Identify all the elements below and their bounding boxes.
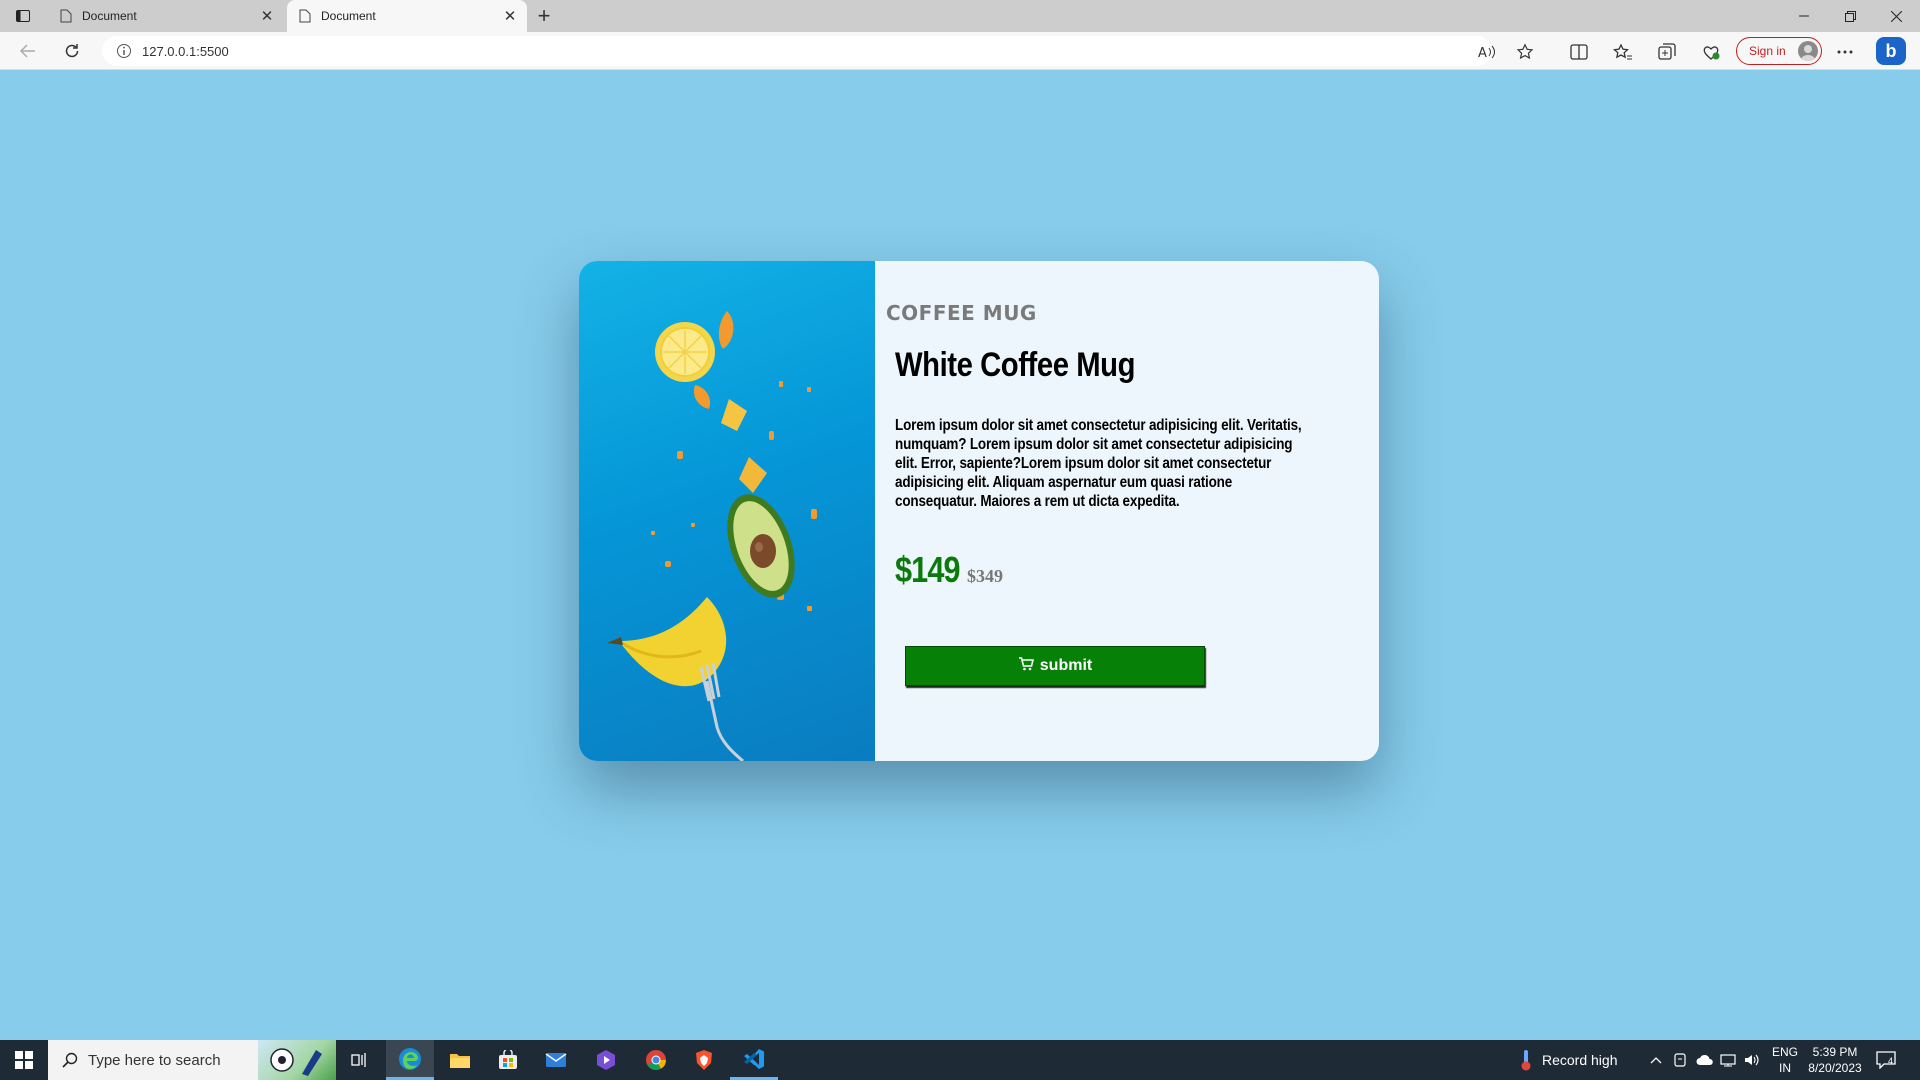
new-tab-icon[interactable]: + [533,5,555,27]
windows-start-icon[interactable] [0,1040,48,1080]
product-card: COFFEE MUG White Coffee Mug Lorem ipsum … [579,261,1379,761]
product-old-price: $349 [967,566,1003,586]
clipchamp-icon[interactable] [582,1040,630,1080]
language-indicator[interactable]: ENG IN [1770,1044,1800,1076]
edge-browser-icon[interactable] [386,1040,434,1080]
task-view-icon[interactable] [336,1040,384,1080]
close-tab-icon[interactable]: ✕ [258,7,276,25]
read-aloud-icon[interactable]: A [1476,41,1498,63]
copilot-label: b [1885,40,1897,61]
language-region: IN [1779,1061,1791,1075]
close-window-icon[interactable] [1874,0,1918,32]
document-icon [60,9,72,23]
volume-icon[interactable] [1744,1040,1760,1080]
address-bar: 127.0.0.1:5500 A Sign in b [0,32,1920,70]
document-icon [299,9,311,23]
restore-icon[interactable] [1828,0,1872,32]
cart-icon [1018,656,1034,676]
product-category: COFFEE MUG [886,301,1037,325]
product-description: Lorem ipsum dolor sit amet consectetur a… [895,417,1302,510]
file-explorer-icon[interactable] [436,1040,484,1080]
tab-title: Document [321,9,376,23]
sign-in-label: Sign in [1749,44,1786,58]
taskbar-search-box[interactable]: Type here to search [48,1040,336,1080]
site-info-icon[interactable] [116,43,132,59]
browser-tab-active[interactable]: Document ✕ [287,0,527,32]
product-image [579,261,875,761]
refresh-icon[interactable] [58,39,86,63]
favorites-icon[interactable] [1612,41,1634,63]
search-highlight-image [258,1040,336,1080]
onedrive-icon[interactable] [1696,1040,1714,1080]
search-icon [62,1052,78,1068]
network-icon[interactable] [1720,1040,1736,1080]
weather-widget[interactable]: Record high [1520,1040,1618,1080]
split-screen-icon[interactable] [1568,41,1590,63]
weather-text: Record high [1542,1052,1618,1068]
clock[interactable]: 5:39 PM 8/20/2023 [1800,1044,1870,1076]
brave-browser-icon[interactable] [680,1040,728,1080]
notification-count: 4 [1888,1056,1894,1066]
avatar-icon [1798,41,1818,61]
language-code: ENG [1771,1045,1798,1059]
show-hidden-icons-icon[interactable] [1650,1040,1662,1080]
product-title: White Coffee Mug [895,346,1136,384]
url-field[interactable]: 127.0.0.1:5500 [102,36,1492,66]
product-price: $149 [895,549,961,590]
more-options-icon[interactable] [1834,41,1856,63]
sign-in-button[interactable]: Sign in [1736,37,1822,65]
browser-essentials-icon[interactable] [1700,41,1722,63]
copilot-icon[interactable]: b [1876,37,1906,65]
close-tab-icon[interactable]: ✕ [501,7,519,25]
minimize-icon[interactable] [1782,0,1826,32]
tab-title: Document [82,9,137,23]
chrome-icon[interactable] [632,1040,680,1080]
submit-label: submit [1039,657,1093,674]
product-details: COFFEE MUG White Coffee Mug Lorem ipsum … [875,261,1379,761]
browser-tab[interactable]: Document ✕ [48,0,284,32]
device-icon[interactable] [1674,1040,1686,1080]
thermometer-icon [1520,1049,1532,1071]
favorite-star-icon[interactable] [1514,41,1536,63]
mail-icon[interactable] [532,1040,580,1080]
back-icon[interactable] [14,39,42,63]
microsoft-store-icon[interactable] [484,1040,532,1080]
notifications-icon[interactable]: 4 [1876,1040,1896,1080]
submit-button[interactable]: submit [905,646,1205,686]
clock-date: 8/20/2023 [1808,1061,1862,1075]
taskbar: Type here to search Record high ENG IN 5… [0,1040,1920,1080]
clock-time: 5:39 PM [1812,1045,1858,1059]
browser-tab-bar: Document ✕ Document ✕ + [0,0,1920,32]
svg-text:A: A [1478,46,1487,59]
url-text: 127.0.0.1:5500 [142,43,229,59]
tab-actions-icon[interactable] [10,6,36,26]
search-placeholder: Type here to search [88,1051,221,1069]
vscode-icon[interactable] [730,1040,778,1080]
collections-icon[interactable] [1656,41,1678,63]
